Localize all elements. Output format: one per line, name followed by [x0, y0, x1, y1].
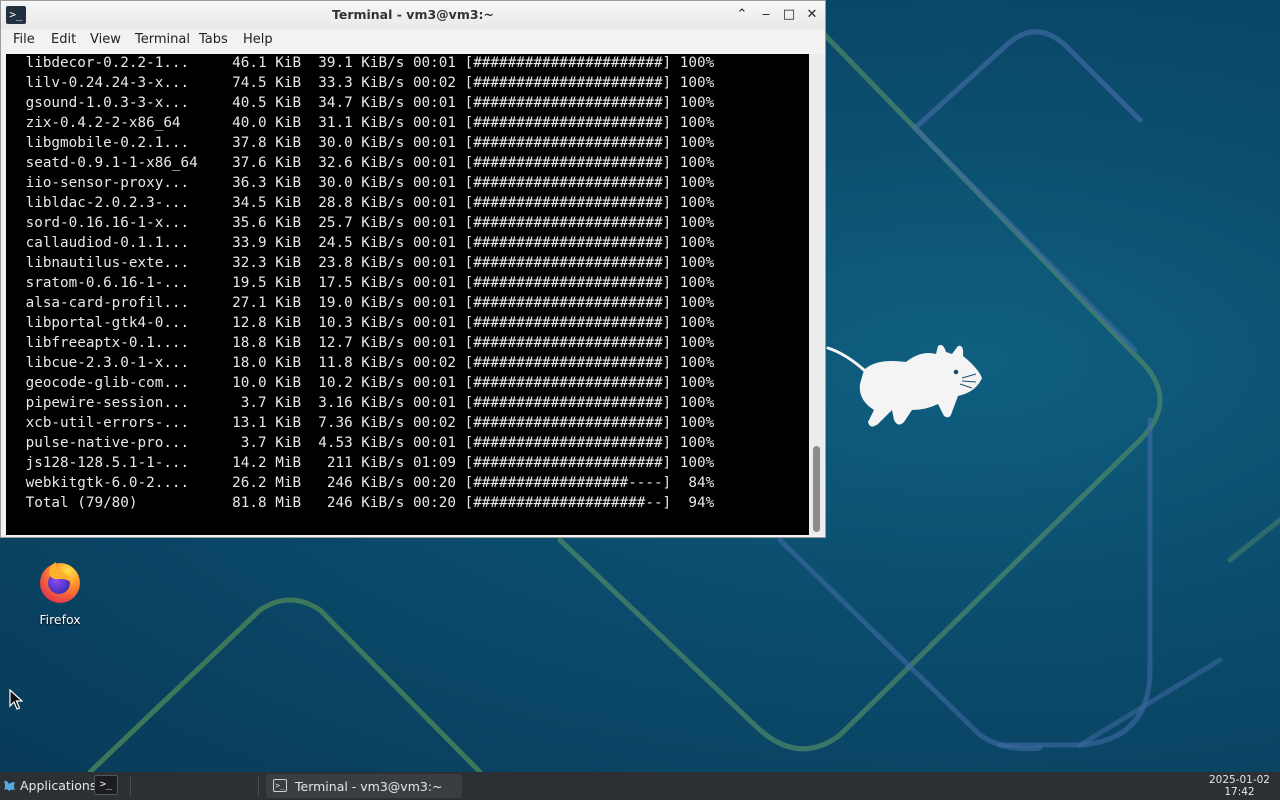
- mouse-pointer-icon: [9, 689, 23, 710]
- xfce-mouse-logo: [826, 344, 982, 427]
- firefox-icon[interactable]: [37, 558, 83, 604]
- terminal-line: lilv-0.24.24-3-x... 74.5 KiB 33.3 KiB/s …: [17, 75, 715, 91]
- minimize-button[interactable]: ‒: [757, 6, 775, 24]
- applications-label: Applications: [20, 778, 97, 793]
- terminal-line: libfreeaptx-0.1.... 18.8 KiB 12.7 KiB/s …: [17, 335, 715, 351]
- clock-date: 2025-01-02: [1208, 774, 1270, 786]
- terminal-launcher-icon[interactable]: >_: [94, 775, 118, 795]
- taskbar-task-terminal[interactable]: >_ Terminal - vm3@vm3:~: [266, 774, 462, 798]
- menu-tabs[interactable]: Tabs: [199, 32, 228, 47]
- terminal-output[interactable]: libdecor-0.2.2-1... 46.1 KiB 39.1 KiB/s …: [6, 54, 809, 535]
- close-button[interactable]: ✕: [803, 6, 821, 24]
- window-title: Terminal - vm3@vm3:~: [331, 7, 495, 22]
- window-titlebar[interactable]: >_ Terminal - vm3@vm3:~ ⌃ ‒ □ ✕: [1, 1, 825, 30]
- terminal-line: sord-0.16.16-1-x... 35.6 KiB 25.7 KiB/s …: [17, 215, 715, 231]
- terminal-lines: libdecor-0.2.2-1... 46.1 KiB 39.1 KiB/s …: [17, 54, 715, 513]
- terminal-line: libportal-gtk4-0... 12.8 KiB 10.3 KiB/s …: [17, 315, 715, 331]
- menu-file[interactable]: File: [13, 32, 35, 47]
- terminal-line: libnautilus-exte... 32.3 KiB 23.8 KiB/s …: [17, 255, 715, 271]
- terminal-line: pipewire-session... 3.7 KiB 3.16 KiB/s 0…: [17, 395, 715, 411]
- terminal-line: seatd-0.9.1-1-x86_64 37.6 KiB 32.6 KiB/s…: [17, 155, 715, 171]
- terminal-line: libgmobile-0.2.1... 37.8 KiB 30.0 KiB/s …: [17, 135, 715, 151]
- scrollbar[interactable]: [810, 54, 824, 535]
- terminal-line: libdecor-0.2.2-1... 46.1 KiB 39.1 KiB/s …: [17, 55, 715, 71]
- terminal-line: gsound-1.0.3-3-x... 40.5 KiB 34.7 KiB/s …: [17, 95, 715, 111]
- terminal-line: webkitgtk-6.0-2.... 26.2 MiB 246 KiB/s 0…: [17, 475, 715, 491]
- menu-bar: File Edit View Terminal Tabs Help: [1, 29, 825, 53]
- clock[interactable]: 2025-01-02 17:42: [1209, 774, 1270, 798]
- terminal-task-icon: >_: [273, 779, 287, 792]
- maximize-button[interactable]: □: [780, 6, 798, 24]
- menu-help[interactable]: Help: [243, 32, 273, 47]
- terminal-line: pulse-native-pro... 3.7 KiB 4.53 KiB/s 0…: [17, 435, 715, 451]
- menu-edit[interactable]: Edit: [51, 32, 76, 47]
- terminal-window[interactable]: >_ Terminal - vm3@vm3:~ ⌃ ‒ □ ✕ File Edi…: [0, 0, 826, 538]
- terminal-line: libcue-2.3.0-1-x... 18.0 KiB 11.8 KiB/s …: [17, 355, 715, 371]
- xfce-logo-icon: [4, 780, 15, 791]
- terminal-line: geocode-glib-com... 10.0 KiB 10.2 KiB/s …: [17, 375, 715, 391]
- terminal-line: Total (79/80) 81.8 MiB 246 KiB/s 00:20 […: [17, 495, 715, 511]
- taskbar-task-label: Terminal - vm3@vm3:~: [295, 779, 443, 794]
- terminal-line: zix-0.4.2-2-x86_64 40.0 KiB 31.1 KiB/s 0…: [17, 115, 715, 131]
- terminal-line: sratom-0.6.16-1-... 19.5 KiB 17.5 KiB/s …: [17, 275, 715, 291]
- menu-view[interactable]: View: [90, 32, 121, 47]
- taskbar-separator: [130, 776, 131, 796]
- terminal-line: xcb-util-errors-... 13.1 KiB 7.36 KiB/s …: [17, 415, 715, 431]
- shade-button[interactable]: ⌃: [733, 6, 751, 24]
- terminal-line: libldac-2.0.2.3-... 34.5 KiB 28.8 KiB/s …: [17, 195, 715, 211]
- clock-time: 17:42: [1224, 786, 1255, 798]
- taskbar-separator: [258, 776, 259, 796]
- terminal-line: callaudiod-0.1.1... 33.9 KiB 24.5 KiB/s …: [17, 235, 715, 251]
- desktop-icon-label[interactable]: Firefox: [20, 612, 100, 627]
- terminal-line: iio-sensor-proxy... 36.3 KiB 30.0 KiB/s …: [17, 175, 715, 191]
- terminal-line: js128-128.5.1-1-... 14.2 MiB 211 KiB/s 0…: [17, 455, 715, 471]
- terminal-line: alsa-card-profil... 27.1 KiB 19.0 KiB/s …: [17, 295, 715, 311]
- menu-terminal[interactable]: Terminal: [135, 32, 190, 47]
- desktop: Firefox >_ Terminal - vm3@vm3:~ ⌃ ‒ □ ✕ …: [0, 0, 1280, 800]
- scrollbar-thumb[interactable]: [813, 446, 820, 532]
- taskbar: Applications >_ >_ Terminal - vm3@vm3:~ …: [0, 772, 1280, 800]
